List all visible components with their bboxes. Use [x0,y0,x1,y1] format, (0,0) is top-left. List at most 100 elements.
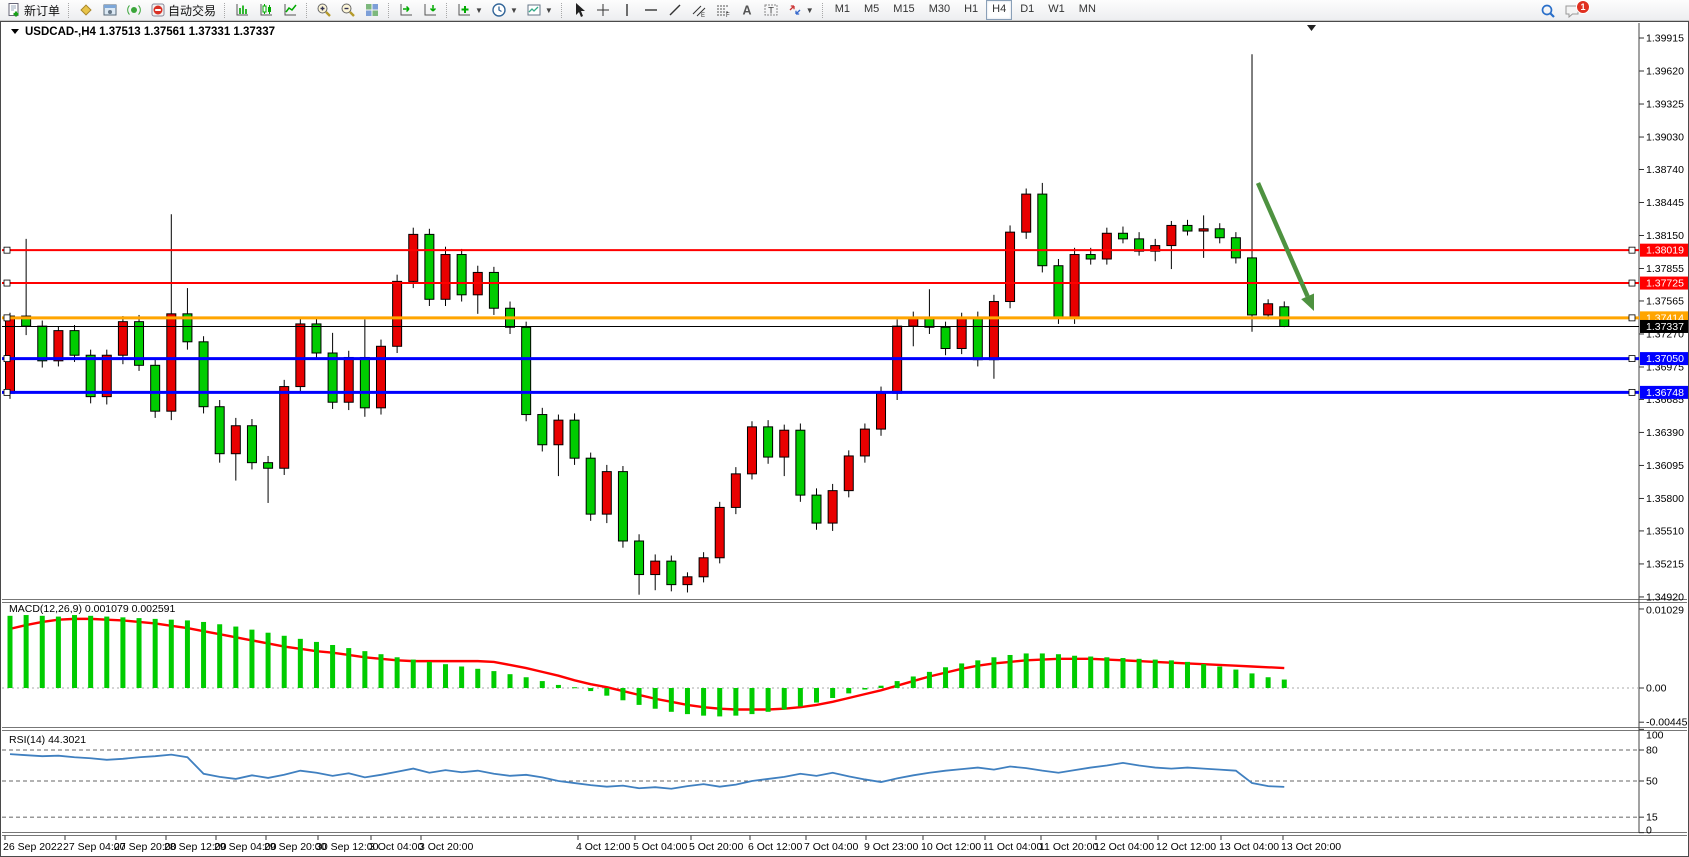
candle[interactable] [54,331,63,361]
timeframe-d1-button[interactable]: D1 [1014,0,1040,20]
candle[interactable] [764,427,773,457]
candle[interactable] [1102,233,1111,259]
candle[interactable] [796,430,805,495]
candle[interactable] [860,429,869,456]
vertical-line-button[interactable] [615,0,639,21]
candle[interactable] [328,353,337,402]
candle[interactable] [1248,258,1257,315]
candle[interactable] [1167,225,1176,245]
candle[interactable] [957,318,966,348]
timeframe-m30-button[interactable]: M30 [923,0,956,20]
candle[interactable] [618,472,627,541]
hline-pivot-orange[interactable] [2,315,1639,321]
candle[interactable] [38,326,47,361]
chart-shift-button[interactable] [418,0,442,21]
macd-panel[interactable]: MACD(12,26,9) 0.001079 0.0025910.010290.… [2,603,1688,729]
auto-scroll-button[interactable] [394,0,418,21]
timeframe-h1-button[interactable]: H1 [958,0,984,20]
candle[interactable] [747,427,756,474]
candle[interactable] [296,324,305,387]
line-handle[interactable] [4,247,10,253]
candle[interactable] [699,558,708,577]
candles-series[interactable] [6,54,1289,594]
candle[interactable] [441,255,450,300]
tile-windows-button[interactable] [360,0,384,21]
candle[interactable] [280,387,289,469]
candle[interactable] [199,342,208,407]
hline-support-1[interactable] [2,356,1639,362]
candle[interactable] [522,327,531,414]
candle[interactable] [344,357,353,402]
candle[interactable] [247,426,256,463]
candle[interactable] [844,456,853,491]
candle[interactable] [812,495,821,523]
candle[interactable] [1054,266,1063,317]
candle[interactable] [1215,229,1224,238]
candle[interactable] [941,327,950,348]
timeframe-m1-button[interactable]: M1 [829,0,856,20]
text-label-button[interactable]: T [759,0,783,21]
candle[interactable] [989,302,998,360]
candle[interactable] [409,234,418,281]
search-button[interactable] [1536,0,1560,21]
autotrading-button[interactable]: 自动交易 [146,0,220,21]
chart-area[interactable]: 1.399151.396201.393251.390301.387401.384… [1,22,1688,856]
timeframe-m5-button[interactable]: M5 [858,0,885,20]
chevron-down-icon[interactable]: ▼ [475,6,483,15]
crosshair-button[interactable] [591,0,615,21]
zoom-out-button[interactable] [336,0,360,21]
candle[interactable] [1264,304,1273,315]
timeframe-h4-button[interactable]: H4 [986,0,1012,20]
chevron-down-icon[interactable]: ▼ [806,6,814,15]
candle[interactable] [925,318,934,327]
sell-signal-arrow[interactable] [1258,183,1314,311]
line-handle[interactable] [4,389,10,395]
candle[interactable] [6,316,15,393]
candle[interactable] [586,458,595,514]
candle[interactable] [667,561,676,584]
candle[interactable] [1231,238,1240,258]
candle[interactable] [570,420,579,458]
data-window-button[interactable] [98,0,122,21]
chart-candles-button[interactable] [254,0,278,21]
market-watch-button[interactable] [74,0,98,21]
templates-button[interactable]: ▼ [522,0,557,21]
candle[interactable] [683,577,692,585]
fibonacci-button[interactable]: F [711,0,735,21]
candle[interactable] [86,355,95,396]
candle[interactable] [489,272,498,308]
line-handle[interactable] [1629,356,1635,362]
candle[interactable] [102,355,111,396]
chat-button[interactable]: 1 [1560,0,1600,21]
candle[interactable] [1006,232,1015,301]
horizontal-line-button[interactable] [639,0,663,21]
line-handle[interactable] [4,280,10,286]
candle[interactable] [554,420,563,445]
candle[interactable] [1086,255,1095,259]
candle[interactable] [360,357,369,407]
hline-resistance-2[interactable] [2,280,1639,286]
candle[interactable] [651,561,660,574]
indicators-button[interactable]: ▼ [452,0,487,21]
chart-window[interactable]: 1.399151.396201.393251.390301.387401.384… [0,21,1689,857]
chart-bars-button[interactable] [230,0,254,21]
candle[interactable] [264,463,273,469]
candle[interactable] [457,255,466,295]
line-handle[interactable] [1629,247,1635,253]
arrows-button[interactable]: ▼ [783,0,818,21]
candle[interactable] [215,407,224,454]
candle[interactable] [425,234,434,299]
chevron-down-icon[interactable]: ▼ [510,6,518,15]
candle[interactable] [1183,225,1192,231]
zoom-in-button[interactable] [312,0,336,21]
candle[interactable] [151,365,160,411]
line-handle[interactable] [1629,280,1635,286]
candle[interactable] [828,491,837,523]
candle[interactable] [877,393,886,429]
timeframe-w1-button[interactable]: W1 [1042,0,1071,20]
line-handle[interactable] [1629,389,1635,395]
candle[interactable] [1038,194,1047,266]
chart-shift-marker[interactable] [1307,25,1316,31]
chart-line-button[interactable] [278,0,302,21]
candle[interactable] [1199,229,1208,231]
